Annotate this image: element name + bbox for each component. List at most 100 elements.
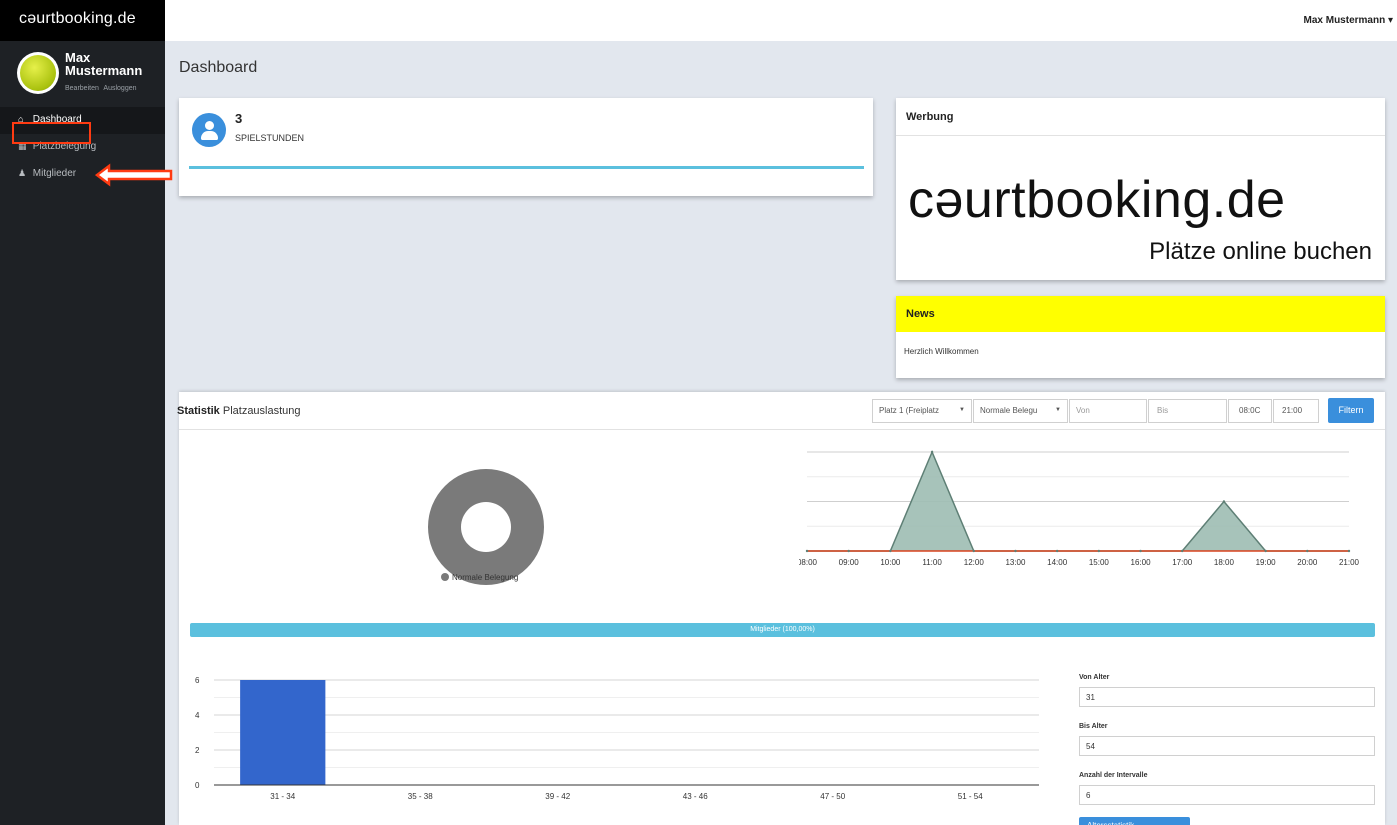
age-statistics-button[interactable]: Altersstatistik <box>1079 817 1190 825</box>
ad-slogan: Plätze online buchen <box>1149 238 1372 265</box>
page-title: Dashboard <box>179 59 258 76</box>
area-point[interactable] <box>972 549 975 553</box>
statistik-card: Statistik Platzauslastung Platz 1 (Freip… <box>177 392 1385 825</box>
sidebar-item-label: Mitglieder <box>32 168 77 179</box>
time-from-input[interactable]: 08:0C <box>1228 399 1272 423</box>
logout-link[interactable]: Ausloggen <box>103 85 136 92</box>
area-point[interactable] <box>847 549 850 553</box>
x-tick-label: 16:00 <box>1131 558 1152 567</box>
x-tick-label: 14:00 <box>1047 558 1068 567</box>
type-select[interactable]: Normale Belegu ▼ <box>973 399 1068 423</box>
to-age-label: Bis Alter <box>1079 723 1108 730</box>
brand-logo[interactable]: cəurtbooking.de <box>0 0 165 41</box>
x-tick-label: 31 - 34 <box>270 792 295 801</box>
profile: Max Mustermann Bearbeiten Ausloggen <box>0 41 165 107</box>
bar[interactable] <box>240 680 326 785</box>
intervals-label: Anzahl der Intervalle <box>1079 772 1148 779</box>
age-bar-chart: 0 2 4 6 31 - 34 35 - 38 39 - 42 43 - 46 47 - 50 5… <box>195 676 1039 801</box>
x-tick-label: 13:00 <box>1005 558 1026 567</box>
statistik-title: Statistik Platzauslastung <box>177 405 301 417</box>
area-point[interactable] <box>1055 549 1059 553</box>
court-select[interactable]: Platz 1 (Freiplatz ▼ <box>872 399 972 423</box>
werbung-card: Werbung cəurtbooking.de Plätze online bu… <box>896 98 1385 280</box>
area-point[interactable] <box>1097 549 1101 553</box>
area-point[interactable] <box>1014 549 1017 553</box>
area-point[interactable] <box>930 450 934 454</box>
chevron-down-icon: ▼ <box>959 407 965 413</box>
avatar <box>17 52 59 94</box>
chevron-down-icon: ▼ <box>1055 407 1061 413</box>
y-tick-label: 0 <box>195 781 200 790</box>
x-tick-label: 08:00 <box>799 558 818 567</box>
y-tick-label: 2 <box>195 746 200 755</box>
area-point[interactable] <box>1306 549 1309 553</box>
x-tick-label: 20:00 <box>1297 558 1318 567</box>
area-point[interactable] <box>1222 500 1226 503</box>
y-tick-label: 2 <box>799 448 800 457</box>
intervals-input[interactable]: 6 <box>1079 785 1375 805</box>
sidebar: Max Mustermann Bearbeiten Ausloggen ⌂ Da… <box>0 41 165 825</box>
type-select-value: Normale Belegu <box>980 406 1038 415</box>
ad-logo[interactable]: cəurtbooking.de <box>908 170 1286 230</box>
pie-legend-label: Normale Belegung <box>452 573 519 582</box>
y-tick-label: 4 <box>195 711 200 720</box>
court-select-value: Platz 1 (Freiplatz <box>879 406 940 415</box>
arrow-left-icon <box>95 163 173 187</box>
profile-name: Max Mustermann <box>65 50 143 78</box>
legend-swatch <box>441 573 449 581</box>
user-circle-icon <box>192 113 226 147</box>
x-tick-label: 43 - 46 <box>683 792 708 801</box>
area-point[interactable] <box>1264 549 1267 553</box>
from-age-input[interactable]: 31 <box>1079 687 1375 707</box>
area-point[interactable] <box>805 549 809 553</box>
x-tick-label: 12:00 <box>964 558 985 567</box>
spielstunden-progress <box>189 166 864 169</box>
area-point[interactable] <box>1139 549 1142 553</box>
spielstunden-label: SPIELSTUNDEN <box>235 133 305 143</box>
x-tick-label: 09:00 <box>839 558 860 567</box>
y-tick-label: 0 <box>799 547 800 556</box>
werbung-title: Werbung <box>896 98 1385 136</box>
top-bar: cəurtbooking.de Max Mustermann ▾ <box>0 0 1397 41</box>
x-tick-label: 10:00 <box>880 558 901 567</box>
date-from-input[interactable]: Von <box>1069 399 1147 423</box>
spielstunden-card: 3 SPIELSTUNDEN <box>179 98 873 196</box>
date-to-input[interactable]: Bis <box>1148 399 1227 423</box>
to-age-input[interactable]: 54 <box>1079 736 1375 756</box>
user-icon: ♟ <box>18 168 27 178</box>
x-tick-label: 47 - 50 <box>820 792 845 801</box>
y-tick-label: 1 <box>799 498 800 507</box>
area-point[interactable] <box>889 549 892 553</box>
profile-links: Bearbeiten Ausloggen <box>65 85 140 92</box>
news-card: News Herzlich Willkommen <box>896 296 1385 378</box>
time-to-input[interactable]: 21:00 <box>1273 399 1319 423</box>
statistik-header: Statistik Platzauslastung Platz 1 (Freip… <box>177 392 1385 430</box>
area-point[interactable] <box>1347 549 1351 553</box>
x-tick-label: 39 - 42 <box>545 792 570 801</box>
user-menu[interactable]: Max Mustermann ▾ <box>1304 15 1393 26</box>
x-tick-label: 15:00 <box>1089 558 1110 567</box>
statistik-title-rest: Platzauslastung <box>222 405 301 417</box>
statistik-title-bold: Statistik <box>177 405 220 417</box>
area-point[interactable] <box>1181 549 1184 553</box>
news-body: Herzlich Willkommen <box>904 347 979 356</box>
pie-legend: Normale Belegung <box>441 573 518 582</box>
y-tick-label: 6 <box>195 676 200 685</box>
area-chart: 0 1 2 08:00 09:00 10:00 11:00 12:00 13:00 14:00 15… <box>799 448 1359 567</box>
spielstunden-value: 3 <box>235 111 243 126</box>
tennis-ball-icon <box>20 55 56 91</box>
x-tick-label: 35 - 38 <box>408 792 433 801</box>
filter-button[interactable]: Filtern <box>1328 398 1374 423</box>
x-tick-label: 18:00 <box>1214 558 1235 567</box>
donut-chart <box>428 468 544 586</box>
x-tick-label: 17:00 <box>1172 558 1193 567</box>
edit-profile-link[interactable]: Bearbeiten <box>65 85 99 92</box>
x-tick-label: 19:00 <box>1256 558 1277 567</box>
highlight-box <box>12 122 91 144</box>
members-progress-bar: Mitglieder (100,00%) <box>190 623 1375 637</box>
x-tick-label: 21:00 <box>1339 558 1359 567</box>
pie-slice[interactable] <box>428 468 544 586</box>
x-tick-label: 51 - 54 <box>958 792 983 801</box>
news-title: News <box>896 296 1385 332</box>
x-tick-label: 11:00 <box>922 558 942 567</box>
